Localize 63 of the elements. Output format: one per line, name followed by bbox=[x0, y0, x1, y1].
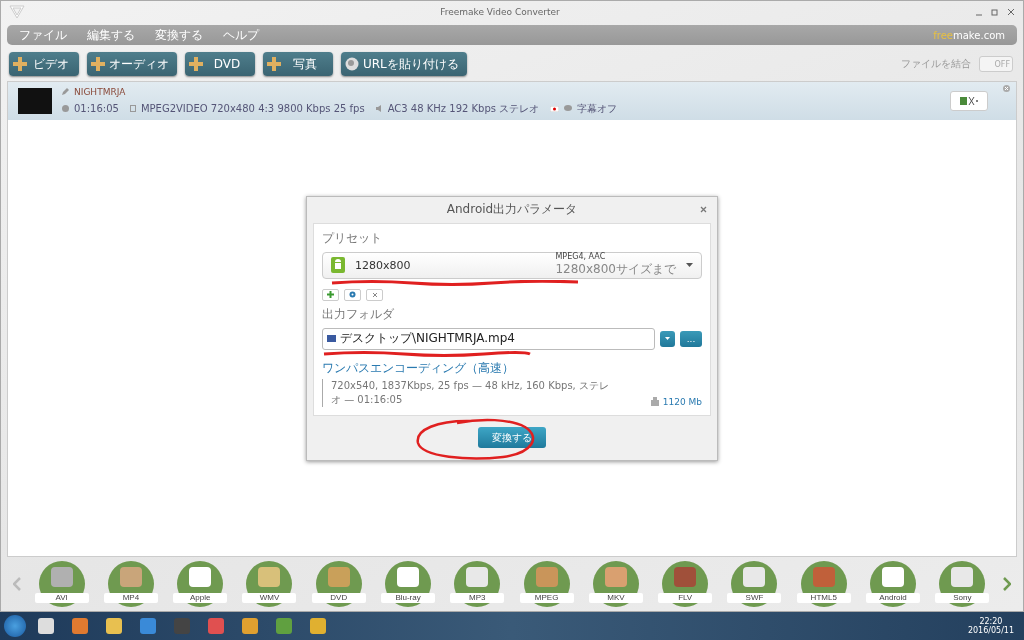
speaker-icon bbox=[375, 105, 383, 112]
plus-icon bbox=[13, 57, 27, 71]
audio-info: AC3 48 KHz 192 Kbps ステレオ bbox=[387, 101, 540, 116]
caret-icon bbox=[686, 263, 693, 267]
paste-url-button[interactable]: URLを貼り付ける bbox=[341, 52, 467, 76]
taskbar-app-icon[interactable] bbox=[140, 618, 156, 634]
output-path-field[interactable]: デスクトップ\NIGHTMRJA.mp4 bbox=[322, 327, 655, 350]
add-button[interactable]: 写真 bbox=[263, 52, 333, 76]
subtitles-info[interactable]: 字幕オフ bbox=[577, 101, 618, 116]
merge-label: ファイルを結合 bbox=[901, 57, 971, 71]
remove-icon[interactable] bbox=[1003, 85, 1010, 92]
video-info: MPEG2VIDEO 720x480 4:3 9800 Kbps 25 fps bbox=[140, 103, 365, 114]
add-button[interactable]: DVD bbox=[185, 52, 255, 76]
taskbar-app-icon[interactable] bbox=[242, 618, 258, 634]
flag-icon bbox=[550, 105, 560, 112]
caret-icon bbox=[665, 337, 670, 340]
delete-preset-button[interactable] bbox=[366, 288, 383, 301]
plus-icon bbox=[327, 291, 334, 298]
dialog-title: Android出力パラメータ bbox=[446, 201, 578, 218]
start-button[interactable] bbox=[4, 615, 26, 637]
gear-icon bbox=[349, 291, 356, 298]
plus-icon bbox=[267, 57, 281, 71]
plus-icon bbox=[189, 57, 203, 71]
close-icon[interactable] bbox=[1007, 8, 1015, 16]
taskbar-app-icon[interactable] bbox=[72, 618, 88, 634]
add-button[interactable]: オーディオ bbox=[87, 52, 177, 76]
android-icon bbox=[331, 257, 345, 273]
encoding-details: 720x540, 1837Kbps, 25 fps — 48 kHz, 160 Kbps, ステレオ — 01:16:05 bbox=[322, 378, 612, 407]
encoding-link[interactable]: ワンパスエンコーディング（高速） bbox=[322, 359, 612, 377]
scroll-left-icon[interactable] bbox=[13, 577, 21, 591]
film-icon bbox=[129, 105, 136, 112]
speech-bubble-icon bbox=[564, 105, 573, 112]
dropdown-button[interactable] bbox=[660, 330, 675, 347]
restore-icon[interactable] bbox=[991, 8, 999, 16]
window-title: Freemake Video Converter bbox=[439, 7, 561, 17]
preset-label: プリセット bbox=[322, 229, 383, 247]
pencil-icon[interactable] bbox=[62, 88, 69, 95]
taskbar-app-icon[interactable] bbox=[38, 618, 54, 634]
file-name[interactable]: NIGHTMRJA bbox=[74, 86, 126, 97]
taskbar-app-icon[interactable] bbox=[208, 618, 224, 634]
desktop-icon bbox=[327, 335, 336, 342]
taskbar-app-icon[interactable] bbox=[310, 618, 326, 634]
clock[interactable]: 22:20 2016/05/11 bbox=[967, 617, 1020, 635]
taskbar-app-icon[interactable] bbox=[106, 618, 122, 634]
logo-icon bbox=[9, 4, 25, 20]
close-icon[interactable] bbox=[700, 206, 707, 213]
browse-button[interactable]: ... bbox=[680, 330, 702, 347]
clock-icon bbox=[62, 105, 69, 112]
file-size: 1120 Mb bbox=[650, 396, 702, 407]
close-icon bbox=[371, 291, 378, 298]
add-preset-button[interactable] bbox=[322, 288, 339, 301]
settings-button[interactable] bbox=[344, 288, 361, 301]
plus-icon bbox=[91, 57, 105, 71]
taskbar-app-icon[interactable] bbox=[276, 618, 292, 634]
video-thumbnail bbox=[18, 88, 52, 114]
duration-text: 01:16:05 bbox=[74, 103, 119, 114]
edit-tools[interactable] bbox=[950, 91, 988, 111]
convert-button[interactable]: 変換する bbox=[478, 427, 546, 448]
add-button[interactable]: ビデオ bbox=[9, 52, 79, 76]
preset-dropdown[interactable]: 1280x800 MPEG4, AAC 1280x800サイズまで bbox=[322, 251, 702, 279]
scroll-right-icon[interactable] bbox=[1002, 577, 1011, 591]
folder-label: 出力フォルダ bbox=[322, 305, 395, 323]
file-row[interactable]: NIGHTMRJA 01:16:05 MPEG2VIDEO 720x480 4:3 9800 Kbps 25 fps AC3 48 KHz 192 Kbps ステレオ 字幕オフ bbox=[8, 82, 1016, 120]
